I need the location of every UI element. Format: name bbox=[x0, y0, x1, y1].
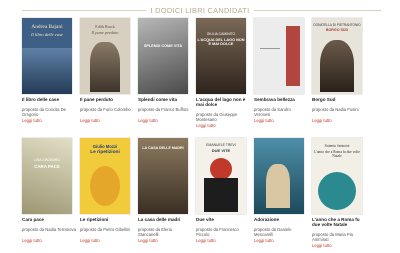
book-card[interactable]: Roberto Venturini L'anno che a Roma fu d… bbox=[312, 138, 362, 253]
read-more-link[interactable]: Leggi tutto bbox=[254, 118, 274, 123]
book-title[interactable]: Due vite bbox=[196, 217, 250, 222]
book-proposer: proposto da Elena Stancanelli bbox=[138, 227, 172, 237]
book-cover[interactable]: SPLENDI COME VITA bbox=[138, 18, 188, 94]
cover-shape bbox=[204, 178, 238, 212]
book-proposer: proposto da Furio Colombo bbox=[80, 107, 131, 112]
read-more-link[interactable]: Leggi tutto bbox=[312, 118, 332, 123]
read-more-link[interactable]: Leggi tutto bbox=[196, 123, 216, 128]
book-cover[interactable]: LA CASA DELLE MADRI bbox=[138, 138, 188, 214]
book-proposer: proposto da Maria Pia Ammirati bbox=[312, 232, 353, 242]
book-cover[interactable]: EMANUELE TREVI DUE VITE bbox=[196, 138, 246, 214]
cover-title: Il pane perduto bbox=[91, 30, 119, 35]
book-title[interactable]: Sembrava bellezza bbox=[254, 97, 308, 102]
cover-author: GIULIA CAMINITO bbox=[206, 32, 236, 36]
book-title[interactable]: Splendi come vita bbox=[138, 97, 192, 102]
cover-title: L'ACQUA DEL LAGO NON È MAI DOLCE bbox=[197, 38, 245, 47]
cover-image bbox=[286, 26, 300, 86]
cover-image bbox=[318, 172, 356, 210]
book-card[interactable]: SPLENDI COME VITA Splendi come vita prop… bbox=[138, 18, 188, 133]
book-proposer: proposto da Nadia Fusini bbox=[312, 107, 359, 112]
cover-author: LISA GINZBURG bbox=[33, 158, 60, 162]
book-card[interactable]: EMANUELE TREVI DUE VITE Due vite propost… bbox=[196, 138, 246, 253]
cover-title: BORGO SUD bbox=[325, 28, 349, 32]
cover-title: Il libro delle case bbox=[30, 32, 64, 37]
book-title[interactable]: Il pane perduto bbox=[80, 97, 134, 102]
cover-title: Le ripetizioni bbox=[90, 150, 120, 155]
book-proposer: proposto da Pietro Gibellini bbox=[80, 227, 131, 232]
read-more-link[interactable]: Leggi tutto bbox=[22, 238, 42, 243]
header-rule-left bbox=[22, 10, 160, 11]
read-more-link[interactable]: Leggi tutto bbox=[80, 118, 100, 123]
book-title[interactable]: Adorazione bbox=[254, 217, 308, 222]
book-card[interactable]: GIULIA CAMINITO L'ACQUA DEL LAGO NON È M… bbox=[196, 18, 246, 133]
read-more-link[interactable]: Leggi tutto bbox=[80, 238, 100, 243]
book-title[interactable]: Borgo Sud bbox=[312, 97, 366, 102]
read-more-link[interactable]: Leggi tutto bbox=[138, 238, 158, 243]
book-title[interactable]: L'acqua del lago non è mai dolce bbox=[196, 97, 250, 107]
book-card[interactable]: Adorazione proposto da Daniele Mencarell… bbox=[254, 138, 304, 253]
book-card[interactable]: LA CASA DELLE MADRI La casa delle madri … bbox=[138, 138, 188, 253]
book-title[interactable]: Cara pace bbox=[22, 217, 76, 222]
cover-author: DONATELLA DI PIETRANTONIO bbox=[313, 23, 361, 27]
book-cover[interactable] bbox=[254, 138, 304, 214]
cover-title: L'anno che a Roma fu due volte Natale bbox=[314, 150, 360, 159]
book-cover[interactable]: LISA GINZBURG CARA PACE bbox=[22, 138, 72, 214]
read-more-link[interactable]: Leggi tutto bbox=[254, 238, 274, 243]
book-cover[interactable]: GIULIA CAMINITO L'ACQUA DEL LAGO NON È M… bbox=[196, 18, 246, 94]
cover-figure bbox=[266, 164, 290, 208]
cover-title: DUE VITE bbox=[211, 148, 231, 153]
book-card[interactable]: Sembrava bellezza proposto da Sandro Ver… bbox=[254, 18, 304, 133]
book-cover[interactable]: Roberto Venturini L'anno che a Roma fu d… bbox=[312, 138, 362, 214]
section-header: I DODICI LIBRI CANDIDATI bbox=[0, 3, 400, 17]
cover-image bbox=[90, 42, 120, 92]
book-proposer: proposto da Giuseppe Montesano bbox=[196, 112, 238, 122]
cover-title: LA CASA DELLE MADRI bbox=[142, 146, 184, 150]
read-more-link[interactable]: Leggi tutto bbox=[22, 118, 42, 123]
read-more-link[interactable]: Leggi tutto bbox=[138, 118, 158, 123]
cover-title: CARA PACE bbox=[34, 164, 60, 169]
books-grid: Andrea Bajani Il libro delle case Il lib… bbox=[22, 18, 362, 253]
book-cover[interactable]: DONATELLA DI PIETRANTONIO BORGO SUD bbox=[312, 18, 362, 94]
cover-author: Andrea Bajani bbox=[31, 24, 63, 30]
cover-author: Roberto Venturini bbox=[324, 144, 350, 148]
book-cover[interactable]: Giulio Mozzi Le ripetizioni bbox=[80, 138, 130, 214]
book-cover[interactable]: Edith Bruck Il pane perduto bbox=[80, 18, 130, 94]
cover-image bbox=[320, 40, 354, 92]
cover-image bbox=[210, 158, 232, 180]
cover-rule bbox=[260, 48, 280, 49]
book-proposer: proposto da Franco Buffoni bbox=[138, 107, 189, 112]
read-more-link[interactable]: Leggi tutto bbox=[312, 243, 332, 248]
cover-author: EMANUELE TREVI bbox=[206, 143, 236, 147]
book-proposer: proposto da Concita De Gregorio bbox=[22, 107, 66, 117]
cover-author: Edith Bruck bbox=[95, 24, 115, 29]
header-rule-right bbox=[243, 10, 381, 11]
book-cover[interactable]: Andrea Bajani Il libro delle case bbox=[22, 18, 72, 94]
cover-author: Giulio Mozzi bbox=[92, 144, 118, 149]
book-proposer: proposto da Francesco Piccolo bbox=[196, 227, 239, 237]
book-card[interactable]: DONATELLA DI PIETRANTONIO BORGO SUD Borg… bbox=[312, 18, 362, 133]
cover-image bbox=[138, 18, 188, 94]
book-title[interactable]: Il libro delle case bbox=[22, 97, 76, 102]
book-card[interactable]: Edith Bruck Il pane perduto Il pane perd… bbox=[80, 18, 131, 133]
book-card[interactable]: Andrea Bajani Il libro delle case Il lib… bbox=[22, 18, 72, 133]
section-title: I DODICI LIBRI CANDIDATI bbox=[146, 5, 254, 15]
cover-image bbox=[196, 18, 246, 94]
cover-title: SPLENDI COME VITA bbox=[143, 44, 183, 48]
cover-image bbox=[90, 166, 120, 206]
read-more-link[interactable]: Leggi tutto bbox=[196, 238, 216, 243]
book-proposer: proposto da Sandro Veronesi bbox=[254, 107, 291, 117]
book-title[interactable]: La casa delle madri bbox=[138, 217, 192, 222]
book-title[interactable]: Le ripetizioni bbox=[80, 217, 134, 222]
book-proposer: proposto da Nadia Terranova bbox=[22, 227, 76, 232]
cover-image bbox=[22, 48, 72, 94]
book-proposer: proposto da Daniele Mencarelli bbox=[254, 227, 292, 237]
book-title[interactable]: L'anno che a Roma fu due volte Natale bbox=[312, 217, 366, 227]
book-card[interactable]: LISA GINZBURG CARA PACE Cara pace propos… bbox=[22, 138, 76, 253]
book-cover[interactable] bbox=[254, 18, 304, 94]
book-card[interactable]: Giulio Mozzi Le ripetizioni Le ripetizio… bbox=[80, 138, 130, 253]
cover-image bbox=[22, 138, 72, 214]
